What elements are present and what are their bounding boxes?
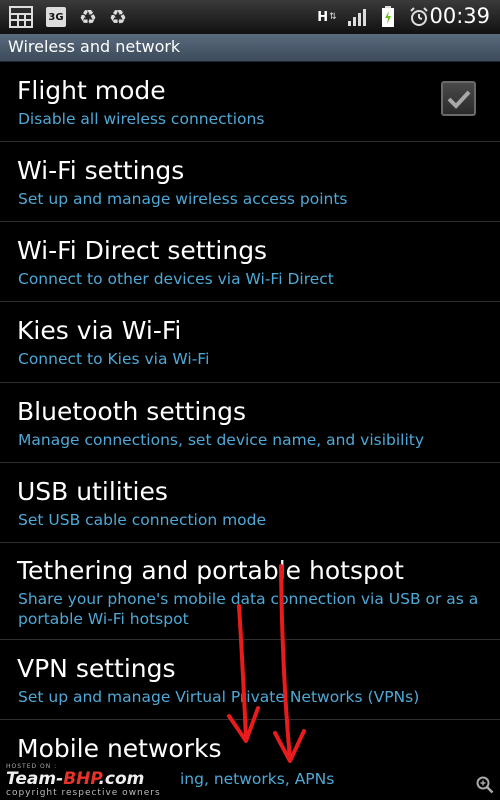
page-title: Wireless and network — [8, 37, 181, 56]
h-data-icon: H ⇅ — [317, 9, 337, 25]
list-item-wifi-direct[interactable]: Wi-Fi Direct settings Connect to other d… — [0, 222, 500, 302]
flight-mode-checkbox[interactable] — [441, 81, 476, 116]
item-title: USB utilities — [17, 477, 168, 506]
item-title: Wi-Fi Direct settings — [17, 236, 268, 265]
3g-icon: 3G — [44, 6, 68, 28]
item-subtitle: Share your phone's mobile data connectio… — [18, 590, 479, 608]
item-title: Mobile networks — [17, 734, 222, 763]
item-subtitle: Connect to other devices via Wi-Fi Direc… — [18, 270, 334, 288]
list-item-bluetooth[interactable]: Bluetooth settings Manage connections, s… — [0, 383, 500, 463]
list-item-flight-mode[interactable]: Flight mode Disable all wireless connect… — [0, 62, 500, 142]
list-item-tethering[interactable]: Tethering and portable hotspot Share you… — [0, 543, 500, 640]
item-subtitle: Set USB cable connection mode — [18, 511, 267, 529]
item-subtitle: Set up and manage wireless access points — [18, 190, 348, 208]
item-subtitle: portable Wi-Fi hotspot — [18, 610, 189, 628]
item-title: Flight mode — [17, 76, 166, 105]
item-subtitle: Disable all wireless connections — [18, 110, 265, 128]
settings-list: Flight mode Disable all wireless connect… — [0, 62, 500, 800]
list-item-vpn[interactable]: VPN settings Set up and manage Virtual P… — [0, 640, 500, 720]
signal-icon — [346, 6, 368, 28]
list-item-wifi-settings[interactable]: Wi-Fi settings Set up and manage wireles… — [0, 142, 500, 222]
page-title-bar: Wireless and network — [0, 34, 500, 62]
item-title: VPN settings — [17, 654, 176, 683]
alarm-icon — [408, 6, 430, 28]
recycle-icon: ♻ — [109, 5, 127, 29]
grid-icon — [8, 6, 34, 28]
watermark-copyright: copyright respective owners — [6, 788, 161, 798]
item-title: Bluetooth settings — [17, 397, 247, 426]
list-item-usb-utilities[interactable]: USB utilities Set USB cable connection m… — [0, 463, 500, 543]
status-time: 00:39 — [429, 4, 490, 28]
status-bar: 3G ♻ ♻ H ⇅ 00:39 — [0, 0, 500, 34]
item-subtitle: Connect to Kies via Wi-Fi — [18, 350, 210, 368]
battery-icon — [379, 6, 397, 28]
list-item-kies-wifi[interactable]: Kies via Wi-Fi Connect to Kies via Wi-Fi — [0, 302, 500, 383]
recycle-icon: ♻ — [79, 5, 97, 29]
watermark: HOSTED ON : Team-BHP.com copyright respe… — [4, 763, 204, 799]
item-title: Kies via Wi-Fi — [17, 316, 182, 345]
check-icon — [447, 90, 470, 109]
item-subtitle: Manage connections, set device name, and… — [18, 431, 425, 449]
zoom-icon[interactable] — [476, 776, 494, 794]
item-subtitle: Set up and manage Virtual Private Networ… — [18, 688, 420, 706]
item-title: Wi-Fi settings — [17, 156, 185, 185]
watermark-logo: Team-BHP.com — [6, 769, 145, 789]
item-title: Tethering and portable hotspot — [17, 556, 404, 585]
